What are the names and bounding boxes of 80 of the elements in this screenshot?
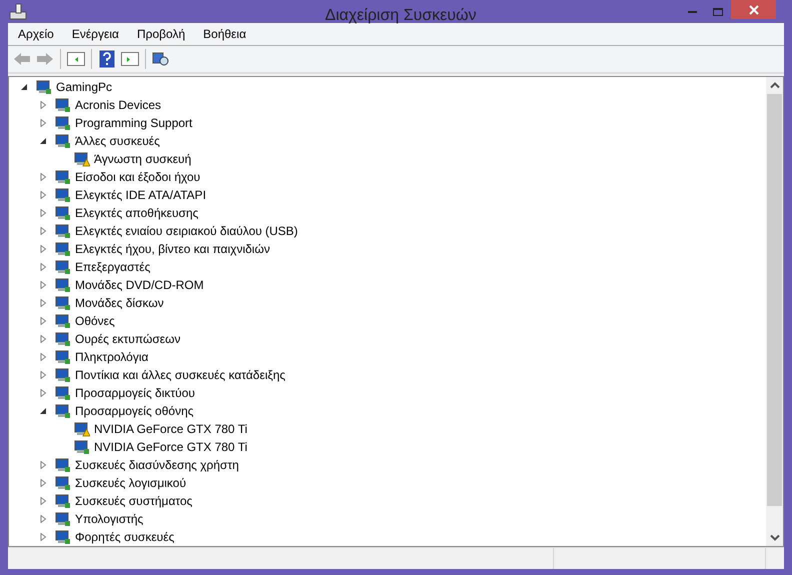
tree-item[interactable]: Άγνωστη συσκευή (94, 150, 192, 168)
expanded-arrow-icon[interactable] (39, 407, 47, 416)
device-icon (55, 313, 71, 330)
collapsed-arrow-icon[interactable] (39, 281, 47, 290)
collapsed-arrow-icon[interactable] (39, 317, 47, 326)
collapsed-arrow-icon[interactable] (39, 461, 47, 470)
device-icon (55, 367, 71, 384)
collapsed-arrow-icon[interactable] (39, 299, 47, 308)
tree-item[interactable]: Προσαρμογείς οθόνης (75, 402, 194, 420)
device-icon (55, 97, 71, 114)
collapsed-arrow-icon[interactable] (39, 479, 47, 488)
device-icon (55, 169, 71, 186)
menu-item[interactable]: Βοήθεια (203, 25, 246, 44)
tree-item[interactable]: Ελεγκτές ενιαίου σειριακού διαύλου (USB) (75, 222, 298, 240)
tree-item[interactable]: Programming Support (75, 114, 192, 132)
tree-item[interactable]: Οθόνες (75, 312, 115, 330)
tree-item[interactable]: Μονάδες DVD/CD-ROM (75, 276, 204, 294)
collapsed-arrow-icon[interactable] (39, 389, 47, 398)
device-icon (55, 457, 71, 474)
device-icon (55, 277, 71, 294)
tree-item[interactable]: Ποντίκια και άλλες συσκευές κατάδειξης (75, 366, 286, 384)
device-icon (55, 475, 71, 492)
device-icon (55, 187, 71, 204)
collapsed-arrow-icon[interactable] (39, 101, 47, 110)
tree-item[interactable]: Acronis Devices (75, 96, 162, 114)
device-icon (55, 295, 71, 312)
device-icon (36, 79, 52, 96)
tree-item[interactable]: GamingPc (56, 78, 112, 96)
collapsed-arrow-icon[interactable] (39, 119, 47, 128)
collapsed-arrow-icon[interactable] (39, 533, 47, 542)
tree-item[interactable]: Μονάδες δίσκων (75, 294, 164, 312)
tree-item[interactable]: Ουρές εκτυπώσεων (75, 330, 180, 348)
scrollbar[interactable] (766, 77, 783, 546)
collapsed-arrow-icon[interactable] (39, 515, 47, 524)
device-icon (55, 241, 71, 258)
device-icon (55, 133, 71, 150)
tree-item[interactable]: Ελεγκτές ήχου, βίντεο και παιχνιδιών (75, 240, 270, 258)
collapsed-arrow-icon[interactable] (39, 209, 47, 218)
tree-item[interactable]: Προσαρμογείς δικτύου (75, 384, 195, 402)
tree-item[interactable]: Πληκτρολόγια (75, 348, 148, 366)
collapsed-arrow-icon[interactable] (39, 335, 47, 344)
collapsed-arrow-icon[interactable] (39, 227, 47, 236)
expanded-arrow-icon[interactable] (20, 83, 28, 92)
device-icon (55, 529, 71, 546)
tree-item[interactable]: Συσκευές διασύνδεσης χρήστη (75, 456, 239, 474)
device-icon (55, 385, 71, 402)
menu-item[interactable]: Προβολή (136, 25, 186, 44)
tree-item[interactable]: Υπολογιστής (75, 510, 144, 528)
close-button[interactable] (731, 0, 776, 19)
menu-item[interactable]: Ενέργεια (72, 25, 119, 44)
device-icon (55, 115, 71, 132)
tree-item[interactable]: Επεξεργαστές (75, 258, 150, 276)
tree-item[interactable]: Ελεγκτές αποθήκευσης (75, 204, 198, 222)
device-icon (55, 349, 71, 366)
tree-item[interactable]: Ελεγκτές IDE ATA/ATAPI (75, 186, 206, 204)
expanded-arrow-icon[interactable] (39, 137, 47, 146)
tree-item[interactable]: NVIDIA GeForce GTX 780 Ti (94, 438, 248, 456)
device-icon (55, 403, 71, 420)
device-icon (55, 511, 71, 528)
collapsed-arrow-icon[interactable] (39, 173, 47, 182)
collapsed-arrow-icon[interactable] (39, 191, 47, 200)
tree-item[interactable]: Φορητές συσκευές (75, 528, 174, 546)
collapsed-arrow-icon[interactable] (39, 245, 47, 254)
tree-item[interactable]: Συσκευές συστήματος (75, 492, 192, 510)
close-icon (748, 4, 758, 14)
tree-item[interactable]: Είσοδοι και έξοδοι ήχου (75, 168, 200, 186)
tree-item[interactable]: Άλλες συσκευές (75, 132, 160, 150)
collapsed-arrow-icon[interactable] (39, 263, 47, 272)
collapsed-arrow-icon[interactable] (39, 371, 47, 380)
collapsed-arrow-icon[interactable] (39, 497, 47, 506)
device-icon (55, 259, 71, 276)
device-icon (55, 223, 71, 240)
device-icon (55, 205, 71, 222)
device-icon (55, 493, 71, 510)
tree-item[interactable]: Συσκευές λογισμικού (75, 474, 186, 492)
tree-item[interactable]: NVIDIA GeForce GTX 780 Ti (94, 420, 248, 438)
collapsed-arrow-icon[interactable] (39, 353, 47, 362)
menu-item[interactable]: Αρχείο (18, 25, 54, 44)
window-title: Διαχείριση Συσκευών (325, 6, 476, 26)
device-icon (55, 331, 71, 348)
